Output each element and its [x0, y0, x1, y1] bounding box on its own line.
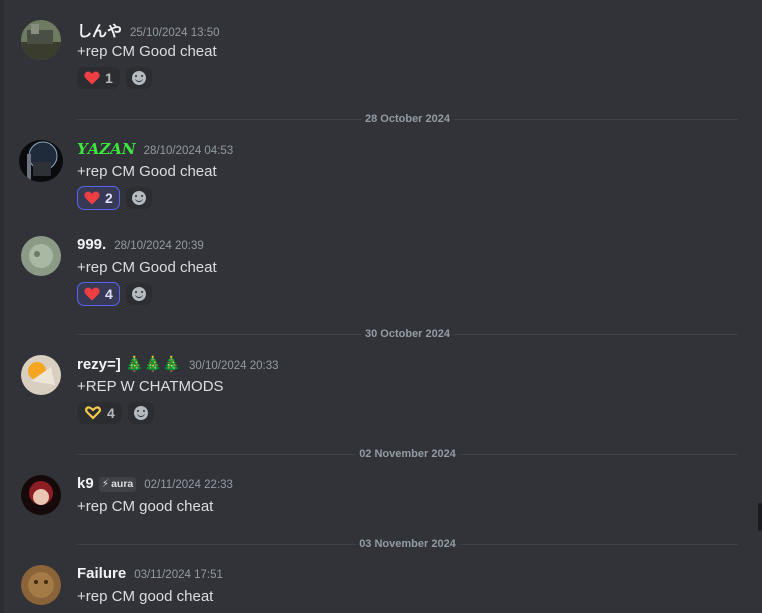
avatar[interactable]	[21, 236, 61, 276]
badge-label: aura	[111, 478, 134, 490]
date-divider-label: 30 October 2024	[361, 328, 454, 340]
message-header: 𝒀𝑨𝒁𝑨𝑵 28/10/2024 04:53	[77, 140, 233, 159]
username[interactable]: しんや	[77, 20, 122, 41]
username[interactable]: 999.	[77, 236, 106, 253]
timestamp: 25/10/2024 13:50	[130, 27, 220, 39]
heart-hands-icon	[85, 406, 101, 420]
avatar[interactable]	[21, 20, 61, 60]
reaction-count: 1	[105, 70, 113, 86]
username[interactable]: rezy=] 🎄🎄🎄	[77, 355, 181, 373]
reaction-heart-hands[interactable]: 4	[77, 402, 122, 424]
avatar[interactable]	[21, 355, 61, 395]
date-divider-label: 02 November 2024	[355, 448, 460, 460]
heart-icon	[84, 287, 100, 301]
aura-badge[interactable]: ⚡ aura	[98, 476, 137, 492]
reactions: 4	[77, 282, 152, 306]
reaction-count: 4	[107, 405, 115, 421]
heart-icon	[84, 191, 100, 205]
smile-icon	[131, 71, 146, 85]
message-content: +rep CM Good cheat	[77, 163, 217, 180]
scrollbar[interactable]	[758, 0, 762, 613]
smile-icon	[133, 406, 148, 420]
channel-list-edge	[0, 0, 4, 613]
reaction-count: 4	[105, 286, 113, 302]
date-divider-label: 03 November 2024	[355, 538, 460, 550]
date-divider: 30 October 2024	[77, 328, 738, 340]
add-reaction-button[interactable]	[127, 402, 154, 424]
timestamp: 30/10/2024 20:33	[188, 360, 279, 372]
reactions: 2	[77, 186, 152, 210]
message-header: k9 ⚡ aura 02/11/2024 22:33	[77, 475, 233, 493]
reaction-heart[interactable]: 4	[77, 282, 120, 306]
reactions: 1	[77, 67, 152, 89]
message-header: しんや 25/10/2024 13:50	[77, 20, 220, 41]
reaction-heart[interactable]: 1	[77, 67, 120, 89]
message-content: +rep CM Good cheat	[77, 259, 217, 276]
timestamp: 02/11/2024 22:33	[144, 479, 233, 491]
smile-icon	[131, 191, 146, 205]
message-content: +REP W CHATMODS	[77, 378, 224, 395]
username[interactable]: 𝒀𝑨𝒁𝑨𝑵	[77, 140, 136, 159]
message-header: rezy=] 🎄🎄🎄 30/10/2024 20:33	[77, 355, 279, 373]
add-reaction-button[interactable]	[125, 283, 152, 305]
avatar[interactable]	[21, 475, 61, 515]
add-reaction-button[interactable]	[125, 67, 152, 89]
reaction-heart[interactable]: 2	[77, 186, 120, 210]
message-header: 999. 28/10/2024 20:39	[77, 236, 204, 253]
timestamp: 28/10/2024 04:53	[143, 145, 234, 157]
scrollbar-thumb[interactable]	[758, 503, 762, 531]
date-divider: 03 November 2024	[77, 538, 738, 550]
smile-icon	[131, 287, 146, 301]
message-content: +rep CM good cheat	[77, 498, 214, 515]
message-header: Failure 03/11/2024 17:51	[77, 565, 223, 582]
avatar[interactable]	[19, 140, 63, 182]
avatar[interactable]	[21, 565, 61, 605]
reaction-count: 2	[105, 190, 113, 206]
timestamp: 03/11/2024 17:51	[134, 569, 223, 581]
heart-icon	[84, 71, 100, 85]
date-divider-label: 28 October 2024	[361, 113, 454, 125]
message-content: +rep CM Good cheat	[77, 43, 217, 60]
reactions: 4	[77, 402, 154, 424]
date-divider: 28 October 2024	[77, 113, 738, 125]
username[interactable]: k9	[77, 475, 94, 492]
add-reaction-button[interactable]	[125, 187, 152, 209]
username[interactable]: Failure	[77, 565, 126, 582]
timestamp: 28/10/2024 20:39	[114, 240, 204, 252]
date-divider: 02 November 2024	[77, 448, 738, 460]
message-content: +rep CM good cheat	[77, 588, 214, 605]
bolt-icon: ⚡	[101, 478, 110, 490]
